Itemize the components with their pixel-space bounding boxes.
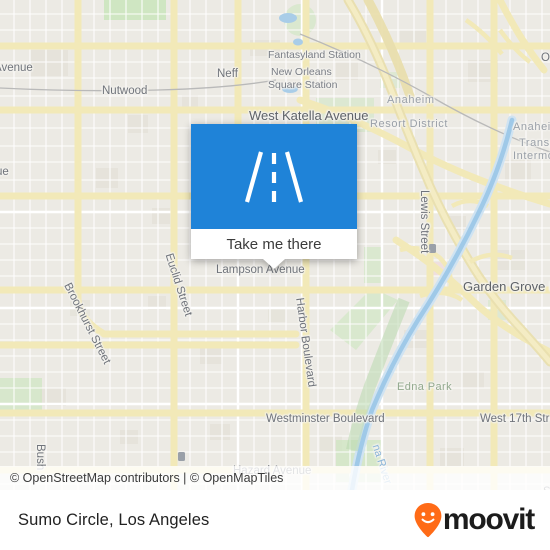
popup-tail bbox=[263, 259, 285, 269]
take-me-there-popup[interactable]: Take me there bbox=[191, 124, 357, 269]
map-screenshot: AvenueNutwoodNeffFantasyland StationNew … bbox=[0, 0, 550, 550]
moovit-pin-smile-icon bbox=[414, 503, 442, 538]
footer-bar: Sumo Circle, Los Angeles moovit bbox=[0, 490, 550, 550]
moovit-logo[interactable]: moovit bbox=[413, 502, 550, 538]
location-title: Sumo Circle, Los Angeles bbox=[18, 510, 210, 529]
moovit-wordmark: moovit bbox=[442, 503, 535, 536]
road-perspective-icon bbox=[244, 150, 304, 203]
popup-header bbox=[191, 124, 357, 229]
map-attribution-bar: © OpenStreetMap contributors | © OpenMap… bbox=[0, 466, 550, 490]
popup-action-label: Take me there bbox=[226, 235, 322, 253]
popup-action-row[interactable]: Take me there bbox=[191, 229, 357, 259]
map-attribution-text[interactable]: © OpenStreetMap contributors | © OpenMap… bbox=[0, 471, 283, 485]
